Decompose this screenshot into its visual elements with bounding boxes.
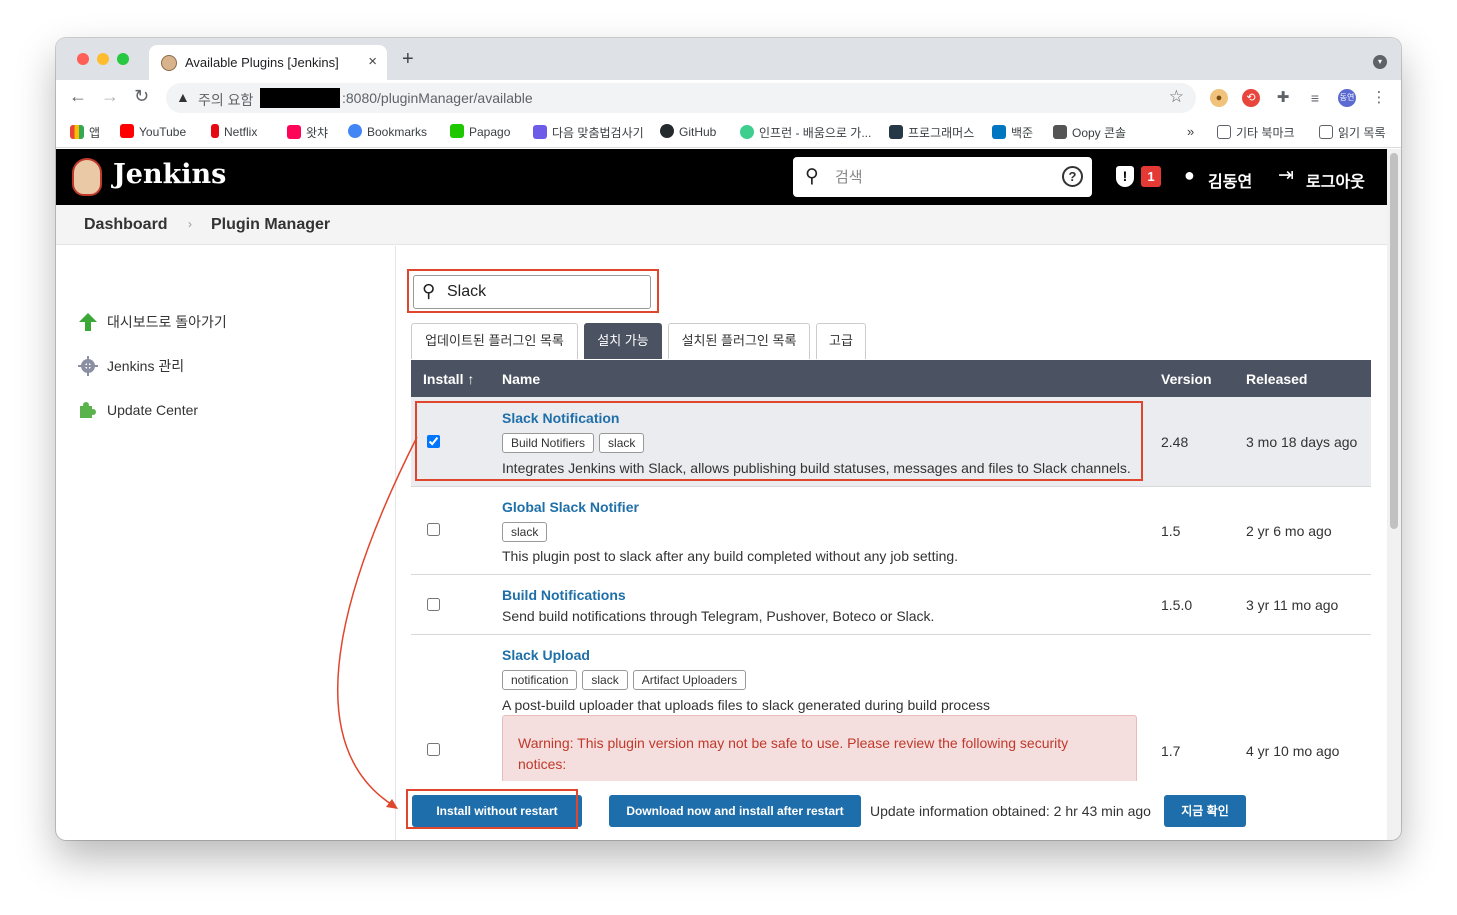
browser-window: Available Plugins [Jenkins] × + ▾ ← → ↻ … (56, 38, 1401, 840)
scrollbar-thumb[interactable] (1390, 153, 1398, 529)
annotation-arrow-icon (337, 436, 418, 809)
page-scrollbar[interactable] (1387, 149, 1401, 840)
